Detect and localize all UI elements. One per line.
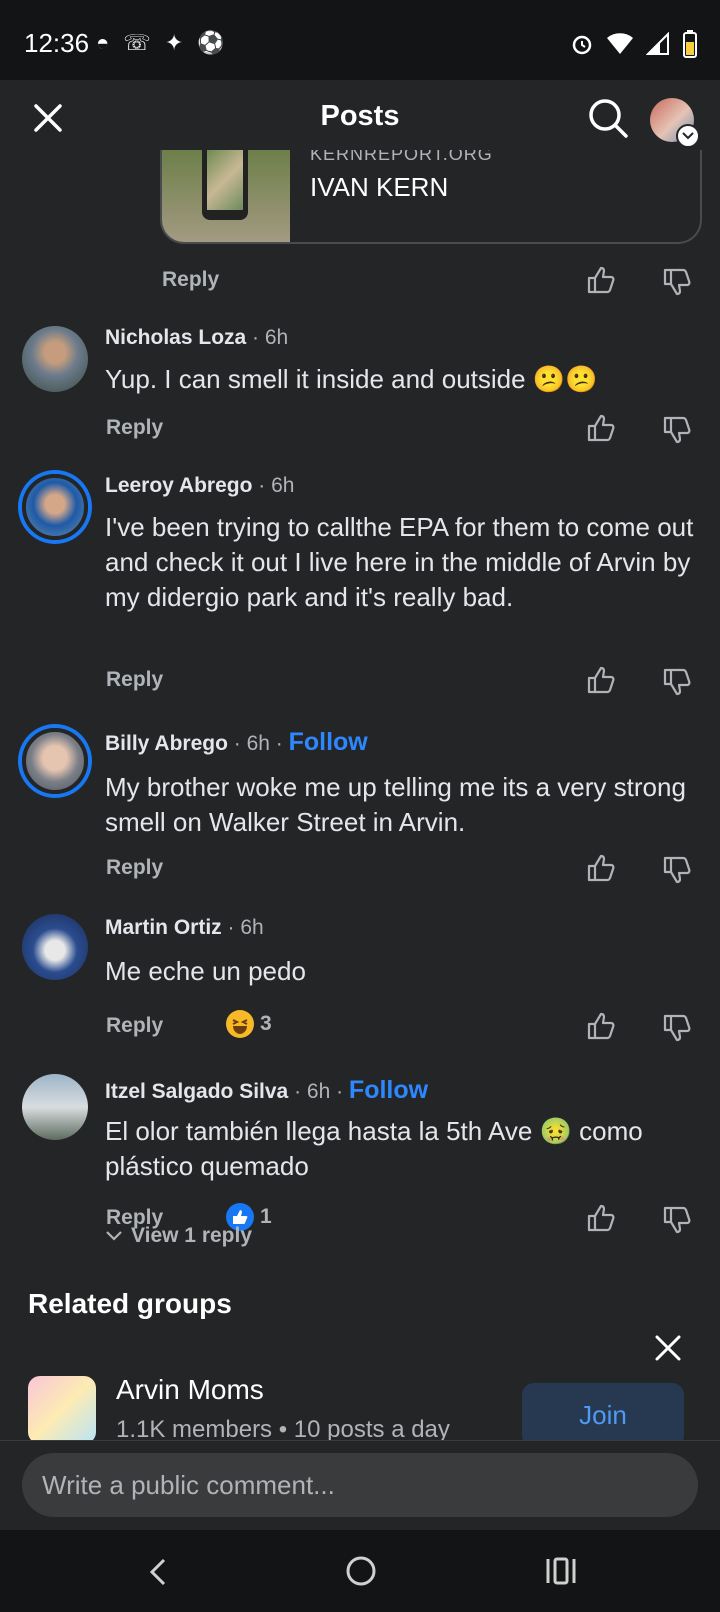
link-preview-card[interactable]: KERNREPORT.ORG IVAN KERN	[160, 150, 702, 244]
avatar[interactable]	[22, 1074, 88, 1140]
reply-button[interactable]: Reply	[106, 416, 163, 440]
group-avatar[interactable]	[28, 1376, 96, 1444]
haha-reaction-icon	[226, 1010, 254, 1038]
reaction-summary[interactable]: 3	[226, 1010, 272, 1038]
commenter-name[interactable]: Itzel Salgado Silva	[105, 1080, 288, 1103]
back-icon[interactable]	[146, 1556, 170, 1588]
comment-text: Yup. I can smell it inside and outside 😕…	[105, 364, 598, 394]
commenter-name[interactable]: Martin Ortiz	[105, 916, 222, 939]
comment-time: · 6h ·	[227, 732, 289, 755]
reaction-count: 3	[260, 1012, 272, 1035]
reply-button[interactable]: Reply	[162, 268, 219, 292]
comment-header: Leeroy Abrego · 6h	[105, 474, 294, 498]
search-button[interactable]	[584, 94, 632, 142]
thumbs-down-icon[interactable]	[662, 855, 692, 885]
link-domain: KERNREPORT.ORG	[310, 150, 493, 164]
navigation-bar	[0, 1530, 720, 1612]
commenter-name[interactable]: Billy Abrego	[105, 732, 228, 755]
wifi-icon	[607, 33, 633, 54]
link-thumbnail	[162, 150, 290, 242]
follow-button[interactable]: Follow	[289, 728, 368, 756]
thumbs-down-icon[interactable]	[662, 267, 692, 297]
profile-avatar-button[interactable]	[650, 98, 700, 148]
commenter-name[interactable]: Leeroy Abrego	[105, 474, 252, 497]
commenter-name[interactable]: Nicholas Loza	[105, 326, 246, 349]
view-replies-label: View 1 reply	[131, 1224, 253, 1247]
comment-header: Billy Abrego · 6h · Follow	[105, 728, 368, 757]
search-icon	[589, 99, 628, 138]
close-icon	[655, 1335, 681, 1361]
soccer-ball-icon: ⚽	[197, 30, 225, 55]
sparkle-search-icon: ✦	[164, 30, 184, 55]
system-icons	[570, 30, 698, 58]
signal-icon	[646, 32, 669, 55]
avatar[interactable]	[22, 474, 88, 540]
view-replies-button[interactable]: View 1 reply	[105, 1224, 252, 1248]
thumbs-down-icon[interactable]	[662, 667, 692, 697]
thumbs-up-icon[interactable]	[586, 853, 616, 883]
comment-time: · 6h	[221, 916, 264, 939]
thumbs-down-icon[interactable]	[662, 1205, 692, 1235]
comment-text: El olor también llega hasta la 5th Ave 🤢…	[105, 1116, 643, 1181]
comment-text: My brother woke me up telling me its a v…	[105, 772, 686, 837]
status-bar: 12:36 ◓ ☏ ✦ ⚽	[0, 0, 720, 80]
home-icon[interactable]	[344, 1554, 378, 1588]
thumbs-up-icon[interactable]	[586, 1011, 616, 1041]
reply-button[interactable]: Reply	[106, 1014, 163, 1038]
thumbs-down-icon[interactable]	[662, 415, 692, 445]
follow-button[interactable]: Follow	[349, 1076, 428, 1104]
group-name[interactable]: Arvin Moms	[116, 1374, 264, 1406]
comment-text: I've been trying to callthe EPA for them…	[105, 512, 694, 612]
comment-text: Me eche un pedo	[105, 956, 306, 986]
alarm-icon	[572, 35, 592, 55]
comment-input[interactable]: Write a public comment...	[22, 1453, 698, 1517]
comment-time: · 6h ·	[288, 1080, 349, 1103]
chevron-down-icon	[106, 1231, 122, 1241]
pokeball-icon: ◓	[96, 30, 110, 55]
top-bar: Posts	[0, 80, 720, 160]
avatar[interactable]	[22, 326, 88, 392]
thumbs-up-icon[interactable]	[586, 265, 616, 295]
dismiss-related-button[interactable]	[648, 1328, 688, 1368]
comment-header: Nicholas Loza · 6h	[105, 326, 288, 350]
avatar[interactable]	[22, 728, 88, 794]
comment-header: Martin Ortiz · 6h	[105, 916, 264, 940]
status-time: 12:36	[24, 28, 90, 58]
link-headline: IVAN KERN	[310, 172, 449, 202]
reply-button[interactable]: Reply	[106, 668, 163, 692]
recents-icon[interactable]	[544, 1556, 578, 1586]
chevron-down-icon	[676, 124, 700, 148]
thumbs-up-icon[interactable]	[586, 413, 616, 443]
thumbs-up-icon[interactable]	[586, 665, 616, 695]
avatar[interactable]	[22, 914, 88, 980]
missed-call-icon: ☏	[123, 30, 151, 55]
reaction-count: 1	[260, 1205, 272, 1228]
join-button[interactable]: Join	[522, 1383, 684, 1447]
battery-icon	[683, 30, 697, 58]
notification-icons: ◓ ☏ ✦ ⚽	[96, 30, 225, 56]
thumbs-down-icon[interactable]	[662, 1013, 692, 1043]
comment-composer: Write a public comment...	[0, 1440, 720, 1533]
comment-time: · 6h	[252, 474, 295, 497]
reply-button[interactable]: Reply	[106, 856, 163, 880]
thumbs-up-icon[interactable]	[586, 1203, 616, 1233]
comment-header: Itzel Salgado Silva · 6h · Follow	[105, 1076, 428, 1105]
comment-time: · 6h	[246, 326, 289, 349]
related-groups-title: Related groups	[28, 1288, 232, 1319]
